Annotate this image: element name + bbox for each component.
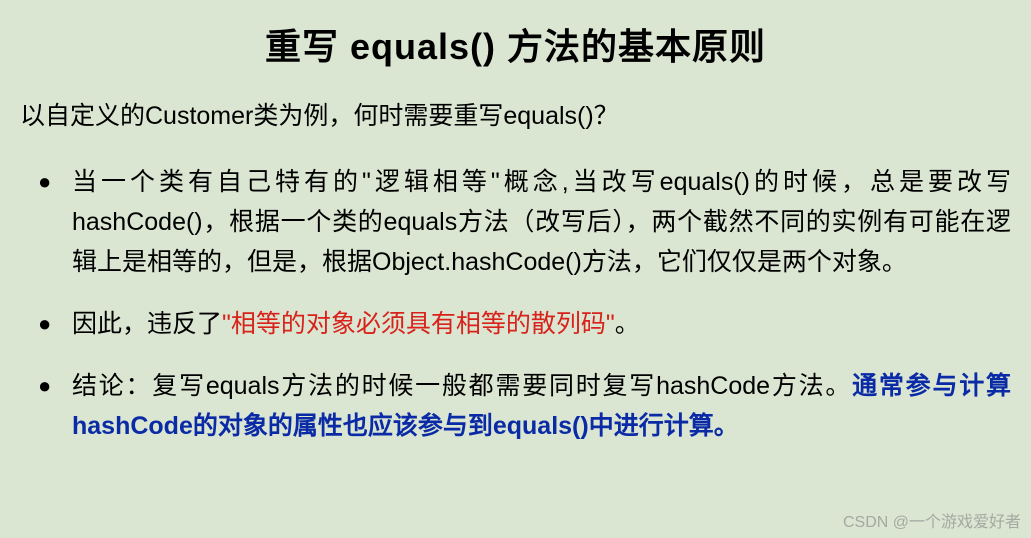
point2-highlight: "相等的对象必须具有相等的散列码" xyxy=(222,310,615,338)
point2-suffix: 。 xyxy=(615,310,640,338)
point2-prefix: 因此，违反了 xyxy=(72,310,222,338)
point1-text: 当一个类有自己特有的"逻辑相等"概念,当改写equals()的时候，总是要改写h… xyxy=(72,168,1011,276)
list-item: 当一个类有自己特有的"逻辑相等"概念,当改写equals()的时候，总是要改写h… xyxy=(38,162,1011,282)
list-item: 结论：复写equals方法的时候一般都需要同时复写hashCode方法。通常参与… xyxy=(38,366,1011,446)
intro-text: 以自定义的Customer类为例，何时需要重写equals()？ xyxy=(20,98,1011,136)
bullet-list: 当一个类有自己特有的"逻辑相等"概念,当改写equals()的时候，总是要改写h… xyxy=(20,162,1011,446)
point3-prefix: 结论：复写equals方法的时候一般都需要同时复写hashCode方法。 xyxy=(72,372,852,400)
watermark: CSDN @一个游戏爱好者 xyxy=(843,508,1021,532)
page-title: 重写 equals() 方法的基本原则 xyxy=(20,18,1011,70)
list-item: 因此，违反了"相等的对象必须具有相等的散列码"。 xyxy=(38,304,1011,344)
